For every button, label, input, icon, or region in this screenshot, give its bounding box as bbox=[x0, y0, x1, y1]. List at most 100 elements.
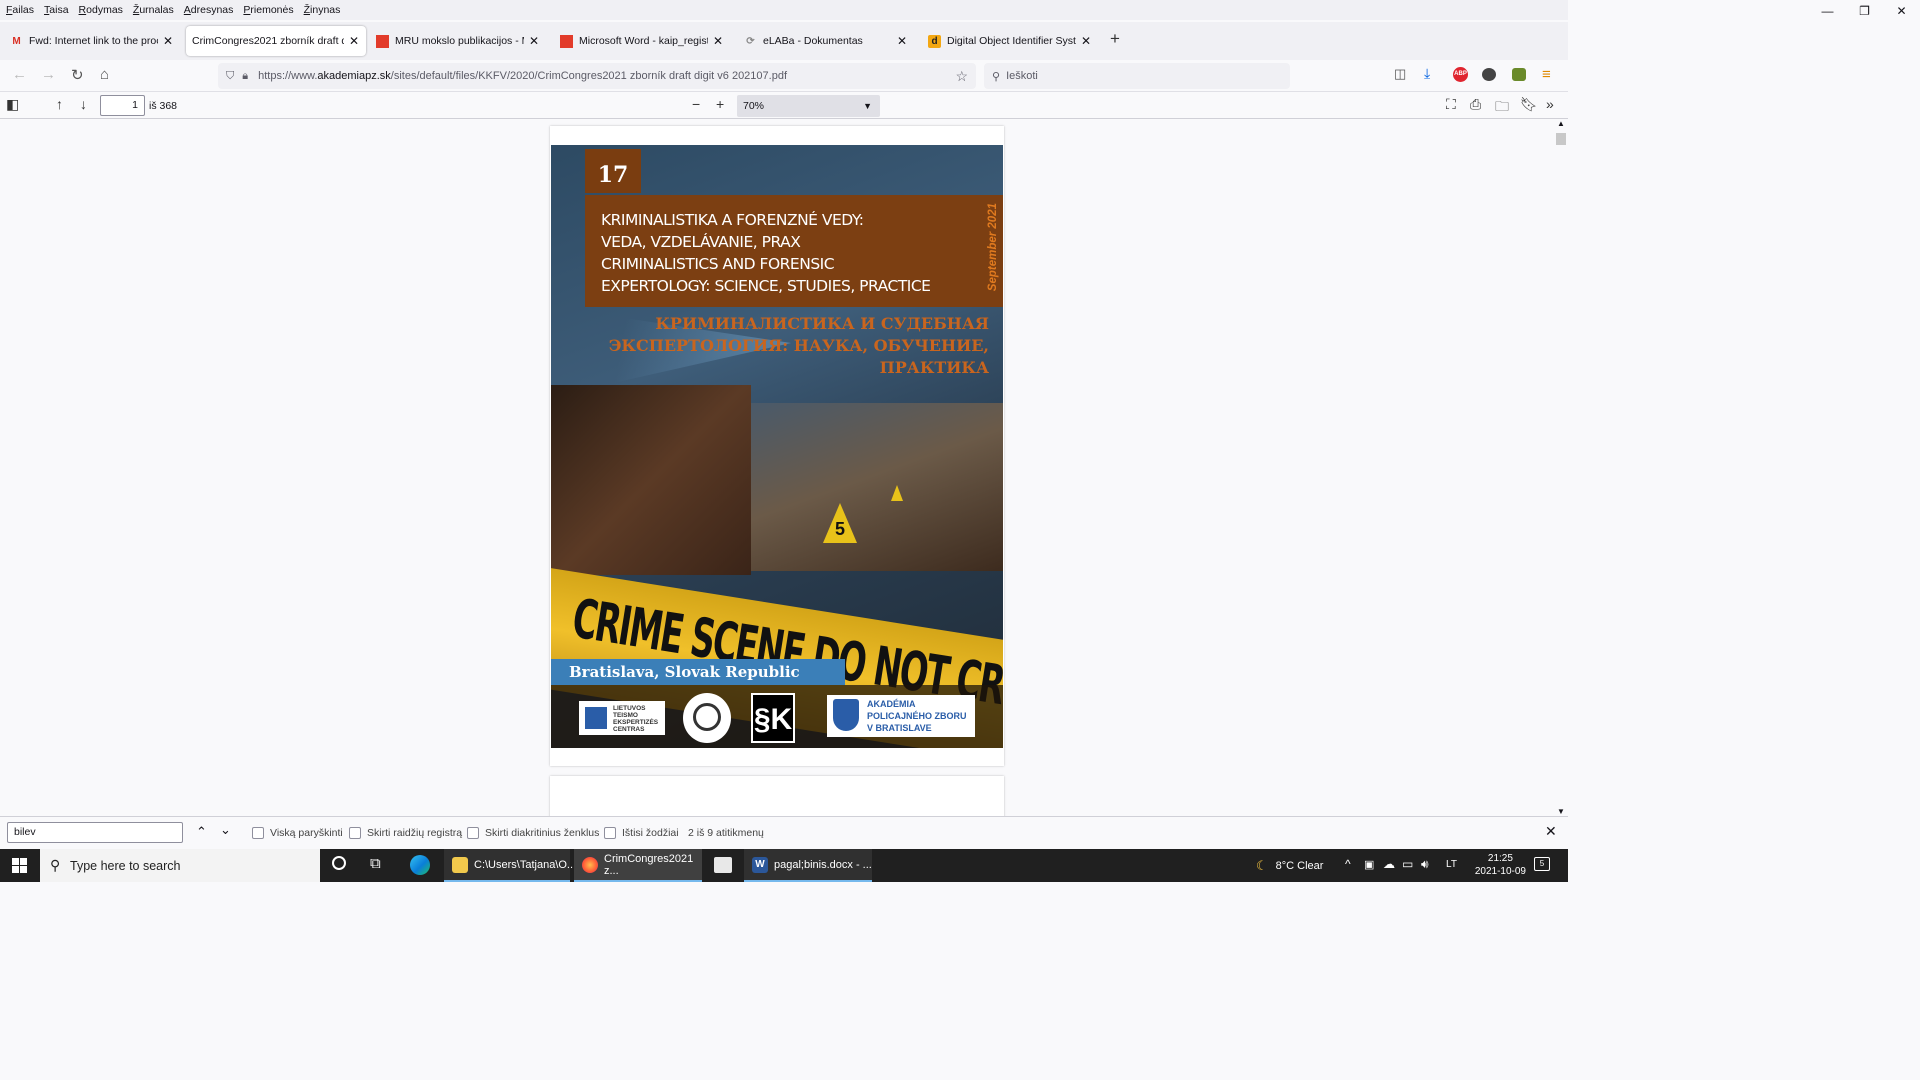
tab-doi[interactable]: d Digital Object Identifier System ✕ bbox=[922, 26, 1098, 56]
taskbar-explorer[interactable]: C:\Users\Tatjana\O... bbox=[444, 849, 576, 882]
notifications-icon[interactable]: 5 bbox=[1534, 857, 1550, 871]
cover-logos: LIETUVOS TEISMO EKSPERTIZĖS CENTRAS §K A… bbox=[551, 685, 1003, 748]
download-icon[interactable]: ⤓ bbox=[1424, 65, 1430, 82]
menu-file[interactable]: Failas bbox=[6, 4, 34, 16]
evidence-marker-small bbox=[891, 485, 903, 501]
highlight-all-checkbox[interactable]: Viską paryškinti bbox=[252, 827, 343, 839]
page-number-input[interactable]: 1 bbox=[100, 95, 145, 116]
extension-icon[interactable] bbox=[1512, 68, 1526, 81]
url-bar[interactable]: ⛉ 🔒︎ https://www. akademiapz.sk/sites/def… bbox=[218, 63, 976, 89]
close-icon[interactable]: ✕ bbox=[348, 34, 360, 48]
taskbar-firefox[interactable]: CrimCongres2021 z... bbox=[574, 849, 702, 882]
zoom-in-icon[interactable]: + bbox=[716, 96, 724, 112]
device-icon[interactable]: ▣ bbox=[1364, 858, 1374, 871]
close-icon[interactable]: ✕ bbox=[896, 34, 908, 48]
close-find-icon[interactable]: ✕ bbox=[1545, 823, 1557, 840]
show-hidden-icons-icon[interactable]: ^ bbox=[1345, 857, 1351, 871]
close-icon[interactable]: ✕ bbox=[712, 34, 724, 48]
menu-icon[interactable]: ≡ bbox=[1542, 66, 1551, 83]
lock-icon[interactable]: 🔒︎ bbox=[242, 70, 248, 83]
criminalistics-society-logo bbox=[683, 693, 731, 743]
tab-pdf[interactable]: CrimCongres2021 zborník draft digi ✕ bbox=[186, 26, 366, 56]
sk-logo: §K bbox=[751, 693, 795, 743]
menu-tools[interactable]: Priemonės bbox=[243, 4, 293, 16]
menu-history[interactable]: Žurnalas bbox=[133, 4, 174, 16]
ru-line: ПРАКТИКА bbox=[879, 358, 989, 377]
chevron-down-icon: ▼ bbox=[863, 101, 872, 111]
pdf-viewer[interactable]: 17 KRIMINALISTIKA A FORENZNÉ VEDY: VEDA,… bbox=[0, 119, 1568, 816]
clock[interactable]: 21:25 2021-10-09 bbox=[1475, 852, 1526, 878]
scroll-down-icon[interactable]: ▼ bbox=[1557, 807, 1565, 816]
shield-icon bbox=[833, 699, 859, 731]
clock-time: 21:25 bbox=[1487, 853, 1513, 864]
match-case-checkbox[interactable]: Skirti raidžių registrą bbox=[349, 827, 462, 839]
find-previous-icon[interactable]: ⌃ bbox=[196, 824, 207, 840]
search-placeholder: Ieškoti bbox=[1006, 70, 1038, 82]
close-window-button[interactable]: ✕ bbox=[1883, 0, 1920, 22]
adblock-icon[interactable]: ABP bbox=[1453, 67, 1468, 82]
close-icon[interactable]: ✕ bbox=[162, 34, 174, 48]
search-icon: ⚲ bbox=[992, 70, 1001, 83]
taskbar-word[interactable]: W pagal;binis.docx - ... bbox=[744, 849, 872, 882]
language-indicator[interactable]: LT bbox=[1446, 859, 1457, 870]
taskbar: ⚲ Type here to search ⧉ C:\Users\Tatjana… bbox=[0, 849, 1568, 882]
store-icon[interactable] bbox=[714, 857, 732, 873]
menu-bookmarks[interactable]: Adresynas bbox=[184, 4, 234, 16]
mru-icon bbox=[560, 34, 573, 48]
reload-icon[interactable]: ↻ bbox=[71, 66, 84, 84]
taskbar-search[interactable]: ⚲ Type here to search bbox=[40, 849, 320, 882]
tab-gmail[interactable]: M Fwd: Internet link to the procee ✕ bbox=[4, 26, 180, 56]
weather-widget[interactable]: ☾ 8°C Clear bbox=[1256, 849, 1323, 882]
pocket-icon[interactable]: ◫ bbox=[1394, 66, 1406, 82]
doi-icon: d bbox=[928, 34, 941, 48]
restore-button[interactable]: ❐ bbox=[1846, 0, 1883, 22]
whole-words-checkbox[interactable]: Ištisi žodžiai bbox=[604, 827, 679, 839]
page-count: iš 368 bbox=[149, 100, 178, 112]
presentation-icon[interactable]: ⛶ bbox=[1446, 96, 1456, 113]
menu-help[interactable]: Žinynas bbox=[304, 4, 341, 16]
new-tab-button[interactable]: + bbox=[1110, 29, 1120, 49]
windows-start-icon[interactable] bbox=[12, 858, 27, 873]
menu-edit[interactable]: Taisa bbox=[44, 4, 69, 16]
tab-mru[interactable]: MRU mokslo publikacijos - MRU ✕ bbox=[370, 26, 546, 56]
find-input[interactable]: bilev bbox=[7, 822, 183, 843]
tab-word[interactable]: Microsoft Word - kaip_registruo ✕ bbox=[554, 26, 730, 56]
minimize-button[interactable]: — bbox=[1809, 0, 1846, 22]
vertical-scrollbar[interactable]: ▲ ▼ bbox=[1554, 119, 1568, 816]
star-icon[interactable]: ☆ bbox=[955, 68, 968, 85]
tab-elaba[interactable]: ⟳ eLABa - Dokumentas ✕ bbox=[738, 26, 914, 56]
bookmark-icon[interactable]: 🔖︎ bbox=[1520, 96, 1538, 113]
sidebar-toggle-icon[interactable]: ◧ bbox=[6, 96, 19, 113]
back-icon[interactable]: ← bbox=[12, 66, 27, 83]
zoom-out-icon[interactable]: − bbox=[692, 96, 700, 112]
close-icon[interactable]: ✕ bbox=[528, 34, 540, 48]
search-bar[interactable]: ⚲ Ieškoti bbox=[984, 63, 1290, 89]
title-line: EXPERTOLOGY: SCIENCE, STUDIES, PRACTICE bbox=[601, 277, 931, 295]
cortana-icon[interactable] bbox=[332, 856, 346, 870]
scroll-up-icon[interactable]: ▲ bbox=[1557, 119, 1565, 128]
forward-icon[interactable]: → bbox=[41, 66, 56, 83]
find-next-icon[interactable]: ⌄ bbox=[220, 822, 231, 838]
edge-icon[interactable] bbox=[410, 855, 430, 875]
home-icon[interactable]: ⌂ bbox=[100, 66, 109, 83]
task-view-icon[interactable]: ⧉ bbox=[370, 855, 381, 872]
menu-bar: Failas Taisa Rodymas Žurnalas Adresynas … bbox=[0, 0, 1568, 20]
onedrive-icon[interactable]: ☁ bbox=[1383, 857, 1395, 871]
cover-title: KRIMINALISTIKA A FORENZNÉ VEDY: VEDA, VZ… bbox=[601, 209, 931, 297]
battery-icon[interactable]: ▭ bbox=[1402, 857, 1413, 871]
extension-icon[interactable] bbox=[1482, 68, 1496, 81]
volume-icon[interactable]: 🔊︎ bbox=[1421, 857, 1429, 872]
save-icon[interactable]: 🗀 bbox=[1495, 96, 1509, 120]
previous-page-icon[interactable]: ↑ bbox=[56, 96, 63, 112]
menu-view[interactable]: Rodymas bbox=[79, 4, 123, 16]
close-icon[interactable]: ✕ bbox=[1080, 34, 1092, 48]
print-icon[interactable]: ⎙ bbox=[1470, 96, 1481, 113]
tools-icon[interactable]: » bbox=[1546, 96, 1554, 112]
shield-icon[interactable]: ⛉ bbox=[226, 70, 234, 83]
next-page-icon[interactable]: ↓ bbox=[80, 96, 87, 112]
scrollbar-thumb[interactable] bbox=[1556, 133, 1566, 145]
pdf-page: 17 KRIMINALISTIKA A FORENZNÉ VEDY: VEDA,… bbox=[550, 126, 1004, 766]
title-line: CRIMINALISTICS AND FORENSIC bbox=[601, 255, 835, 273]
zoom-select[interactable]: 70% ▼ bbox=[737, 95, 880, 117]
match-diacritics-checkbox[interactable]: Skirti diakritinius ženklus bbox=[467, 827, 599, 839]
